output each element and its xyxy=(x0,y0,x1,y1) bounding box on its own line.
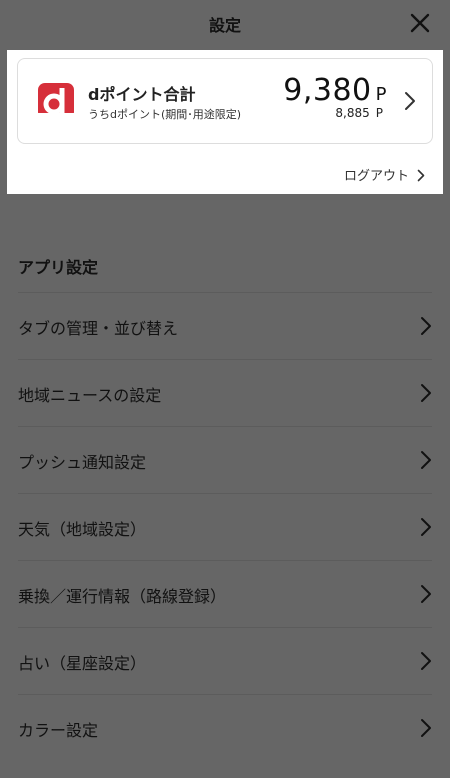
limited-points-value: 8,885 xyxy=(335,106,370,120)
chevron-right-icon xyxy=(421,652,431,670)
menu-item-label: プッシュ通知設定 xyxy=(18,453,147,472)
chevron-right-icon xyxy=(421,317,431,335)
menu-item-local-news[interactable]: 地域ニュースの設定 xyxy=(18,359,432,426)
chevron-right-icon xyxy=(417,169,425,182)
logout-link[interactable]: ログアウト xyxy=(344,165,425,184)
total-points: 9,380 P xyxy=(283,73,387,108)
menu-item-weather[interactable]: 天気（地域設定） xyxy=(18,493,432,560)
menu-item-label: 天気（地域設定） xyxy=(18,520,147,539)
menu-item-label: 地域ニュースの設定 xyxy=(18,386,162,405)
chevron-right-icon xyxy=(421,451,431,469)
d-point-panel: dポイント合計 うちdポイント(期間･用途限定) 9,380 P 8,885 P ロ… xyxy=(7,50,443,194)
chevron-right-icon xyxy=(421,585,431,603)
app-settings-heading: アプリ設定 xyxy=(18,258,99,277)
total-points-unit: P xyxy=(375,84,387,105)
d-point-card[interactable]: dポイント合計 うちdポイント(期間･用途限定) 9,380 P 8,885 P xyxy=(17,58,433,144)
menu-item-color[interactable]: カラー設定 xyxy=(18,694,432,761)
limited-points: 8,885 P xyxy=(335,106,383,120)
total-points-value: 9,380 xyxy=(283,73,372,108)
page-title: 設定 xyxy=(208,16,241,35)
close-icon xyxy=(410,13,430,33)
menu-item-label: 占い（星座設定） xyxy=(18,654,147,673)
menu-item-tab-management[interactable]: タブの管理・並び替え xyxy=(18,292,432,359)
limited-points-unit: P xyxy=(375,106,383,120)
chevron-right-icon xyxy=(421,518,431,536)
app-settings-list: タブの管理・並び替え 地域ニュースの設定 プッシュ通知設定 天気（地域設定） 乗… xyxy=(18,292,432,761)
menu-item-label: タブの管理・並び替え xyxy=(18,319,179,338)
menu-item-label: 乗換／運行情報（路線登録） xyxy=(18,587,227,606)
close-button[interactable] xyxy=(408,11,432,35)
d-point-subtitle: うちdポイント(期間･用途限定) xyxy=(88,108,242,121)
d-point-title: dポイント合計 xyxy=(88,85,196,104)
chevron-right-icon xyxy=(421,719,431,737)
d-point-logo-icon xyxy=(38,83,74,119)
menu-item-label: カラー設定 xyxy=(18,721,99,740)
menu-item-push-notifications[interactable]: プッシュ通知設定 xyxy=(18,426,432,493)
menu-item-transit[interactable]: 乗換／運行情報（路線登録） xyxy=(18,560,432,627)
menu-item-fortune[interactable]: 占い（星座設定） xyxy=(18,627,432,694)
logout-label: ログアウト xyxy=(343,169,409,184)
header: 設定 xyxy=(0,0,450,48)
chevron-right-icon xyxy=(421,384,431,402)
chevron-right-icon xyxy=(405,92,415,110)
